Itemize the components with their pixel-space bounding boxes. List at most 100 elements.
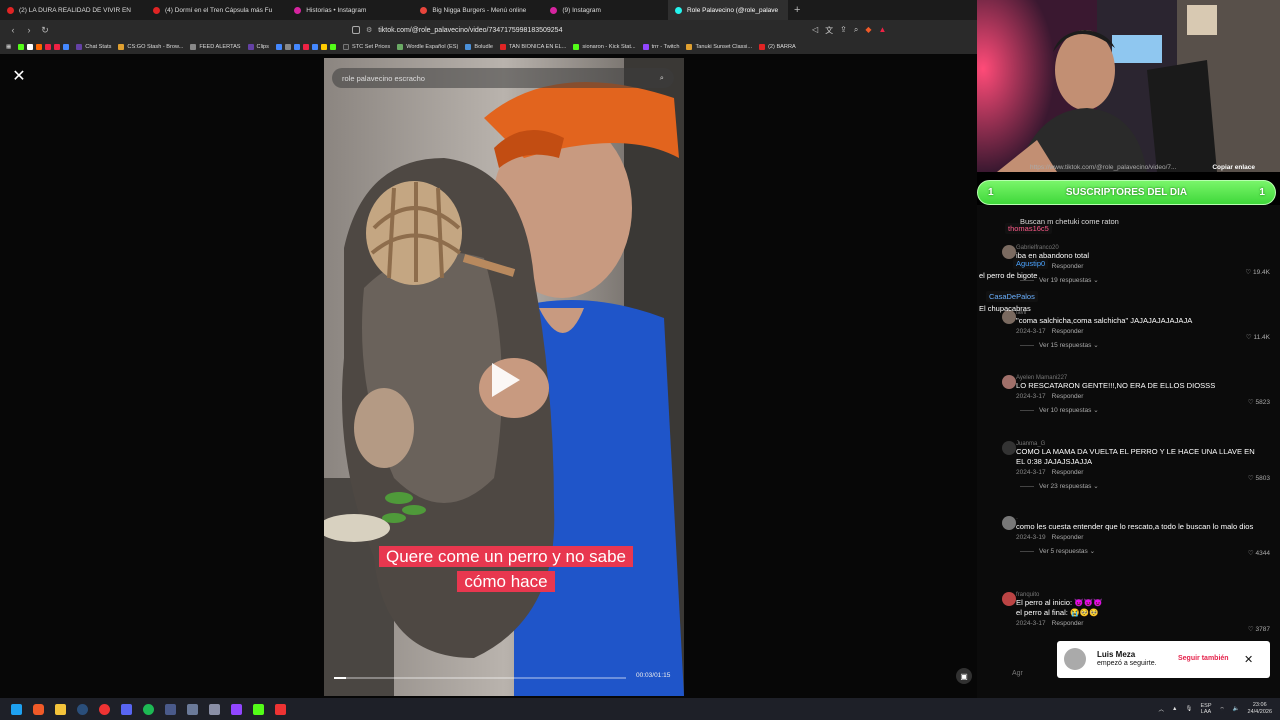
like-count[interactable]: ♡ 3787 [1248, 625, 1270, 633]
site-info-icon[interactable]: ⚙ [366, 26, 372, 34]
reply-button[interactable]: Responder [1052, 469, 1084, 476]
search-icon[interactable]: ⌕ [660, 73, 664, 83]
reload-icon[interactable]: ↻ [38, 25, 52, 36]
app-icon[interactable] [269, 698, 291, 720]
close-notification-icon[interactable]: ✕ [1244, 653, 1253, 666]
like-count[interactable]: ♡ 11.4K [1246, 333, 1270, 341]
reply-button[interactable]: Responder [1052, 263, 1084, 270]
twitch-studio-icon[interactable] [225, 698, 247, 720]
bookmark-label: STC Set Prices [351, 44, 391, 50]
bookmark-tanuki[interactable]: Tanuki Sunset Classi... [686, 44, 752, 50]
view-replies-button[interactable]: Ver 19 respuestas ⌄ [1016, 276, 1256, 284]
comment-item: franquito El perro al inicio: 😈😈👿 el per… [1002, 592, 1270, 633]
video-player[interactable]: role palavecino escracho ⌕ Quere come un… [324, 58, 684, 696]
bookmark-wordle[interactable]: Wordle Español (ES) [397, 44, 458, 50]
pip-icon[interactable]: ▣ [956, 668, 972, 684]
view-replies-button[interactable]: Ver 5 respuestas ⌄ [1016, 547, 1256, 555]
search-input[interactable]: role palavecino escracho ⌕ [332, 68, 674, 88]
brave-icon[interactable] [27, 698, 49, 720]
tab-5-active[interactable]: Role Palavecino (@role_palave✕ [667, 0, 788, 20]
file-explorer-icon[interactable] [49, 698, 71, 720]
like-count[interactable]: ♡ 5823 [1248, 398, 1270, 406]
steam-icon[interactable] [71, 698, 93, 720]
network-icon[interactable]: ▲ [1172, 706, 1177, 712]
spotify-icon[interactable] [137, 698, 159, 720]
copy-link-button[interactable]: Copiar enlace [1212, 164, 1255, 176]
tray-chevron-icon[interactable]: ︿ [1159, 705, 1165, 713]
clock[interactable]: 23:06 24/4/2026 [1248, 702, 1272, 716]
view-replies-button[interactable]: Ver 10 respuestas ⌄ [1016, 406, 1256, 414]
brave-shield-icon[interactable]: ◆ [865, 25, 871, 36]
windows-start-icon[interactable] [5, 698, 27, 720]
share-link-url[interactable]: https://www.tiktok.com/@role_palavecino/… [1030, 164, 1176, 176]
app-icon[interactable] [203, 698, 225, 720]
discord-icon[interactable] [115, 698, 137, 720]
reply-button[interactable]: Responder [1052, 393, 1084, 400]
tab-1[interactable]: (4) Dormí en el Tren Cápsula más Fu [146, 0, 279, 20]
like-value: 5823 [1255, 399, 1270, 406]
bookmark-twitch[interactable]: trrr - Twitch [642, 44, 679, 50]
bookmark-boludle[interactable]: Boludle [465, 44, 493, 50]
comment-meta: 2024-3-19 Responder [1016, 534, 1256, 541]
back-icon[interactable]: ‹ [6, 25, 20, 35]
bookmark-label: CS:GO Stash - Brow... [127, 44, 184, 50]
avatar[interactable] [1002, 592, 1016, 606]
wifi-icon[interactable]: ⌔ [1220, 706, 1225, 713]
avatar[interactable] [1002, 245, 1016, 259]
mic-icon[interactable]: 🎙 [1186, 706, 1193, 712]
tab-4[interactable]: (9) Instagram [543, 0, 608, 20]
bookmark-csgo-stash[interactable]: CS:GO Stash - Brow... [118, 44, 183, 50]
bookmark-icon[interactable] [352, 26, 360, 34]
reply-button[interactable]: Responder [1052, 328, 1084, 335]
replies-label: Ver 23 respuestas [1039, 483, 1092, 490]
replies-label: Ver 10 respuestas [1039, 407, 1092, 414]
view-replies-button[interactable]: Ver 23 respuestas ⌄ [1016, 482, 1256, 490]
play-icon[interactable] [492, 363, 520, 397]
video-progress-bar[interactable] [334, 677, 626, 679]
tab-3[interactable]: Big Nigga Burgers - Menú online [413, 0, 533, 20]
address-bar[interactable]: ⚙ tiktok.com/@role_palavecino/video/7347… [352, 23, 812, 37]
new-tab-button[interactable]: + [788, 4, 806, 16]
like-count[interactable]: ♡ 5803 [1248, 474, 1270, 482]
avatar[interactable] [1064, 648, 1086, 670]
bookmark-stc-set-prices[interactable]: STC Set Prices [342, 44, 391, 50]
like-count[interactable]: ♡ 19.4K [1245, 268, 1270, 276]
bookmark-kick-stats[interactable]: sionaron - Kick Stat... [573, 44, 636, 50]
comment-date: 2024-3-19 [1016, 534, 1046, 541]
mute-icon[interactable]: ◁ [812, 25, 818, 36]
app-icon[interactable] [159, 698, 181, 720]
app-icon[interactable] [181, 698, 203, 720]
forward-icon[interactable]: › [22, 25, 36, 35]
share-icon[interactable]: ⇪ [840, 25, 847, 36]
apps-icon[interactable]: ▦ [6, 44, 11, 50]
like-value: 19.4K [1253, 269, 1270, 276]
comment-text: como les cuesta entender que lo rescato,… [1016, 522, 1254, 531]
bookmark-clips[interactable]: Clips [247, 44, 269, 50]
chrome-icon[interactable] [93, 698, 115, 720]
like-count[interactable]: ♡ 4344 [1248, 549, 1270, 557]
clock-date: 24/4/2026 [1247, 709, 1272, 715]
view-replies-button[interactable]: Ver 15 respuestas ⌄ [1016, 341, 1256, 349]
comment-text: iba en abandono total [1016, 251, 1090, 260]
add-comment-input[interactable]: Agr [1012, 670, 1052, 682]
avatar[interactable] [1002, 516, 1016, 530]
bookmark-tan-bionica[interactable]: TAN BIONICA EN EL... [500, 44, 566, 50]
avatar[interactable] [1002, 441, 1016, 455]
lang-indicator[interactable]: ESP LAA [1200, 703, 1211, 715]
tab-0[interactable]: (2) LA DURA REALIDAD DE VIVIR EN [0, 0, 138, 20]
zoom-icon[interactable]: ⌕ [854, 25, 858, 36]
bookmark-feed-alertas[interactable]: FEED ALERTAS [190, 44, 241, 50]
bookmark-chat-stats[interactable]: Chat Stats [76, 44, 111, 50]
tab-2[interactable]: Historias • Instagram [287, 0, 373, 20]
close-icon[interactable]: ✕ [10, 68, 28, 86]
reply-button[interactable]: Responder [1052, 534, 1084, 541]
kick-icon[interactable] [247, 698, 269, 720]
avatar[interactable] [1002, 375, 1016, 389]
speaker-icon[interactable]: 🔈 [1233, 706, 1240, 712]
rewards-icon[interactable]: ▲ [879, 25, 887, 36]
bookmark-barra[interactable]: (2) BARRA [759, 44, 796, 50]
reply-button[interactable]: Responder [1052, 620, 1084, 627]
follow-back-button[interactable]: Seguir también [1178, 655, 1229, 662]
subs-right-count: 1 [1259, 187, 1265, 198]
translate-icon[interactable]: 文 [825, 25, 833, 36]
